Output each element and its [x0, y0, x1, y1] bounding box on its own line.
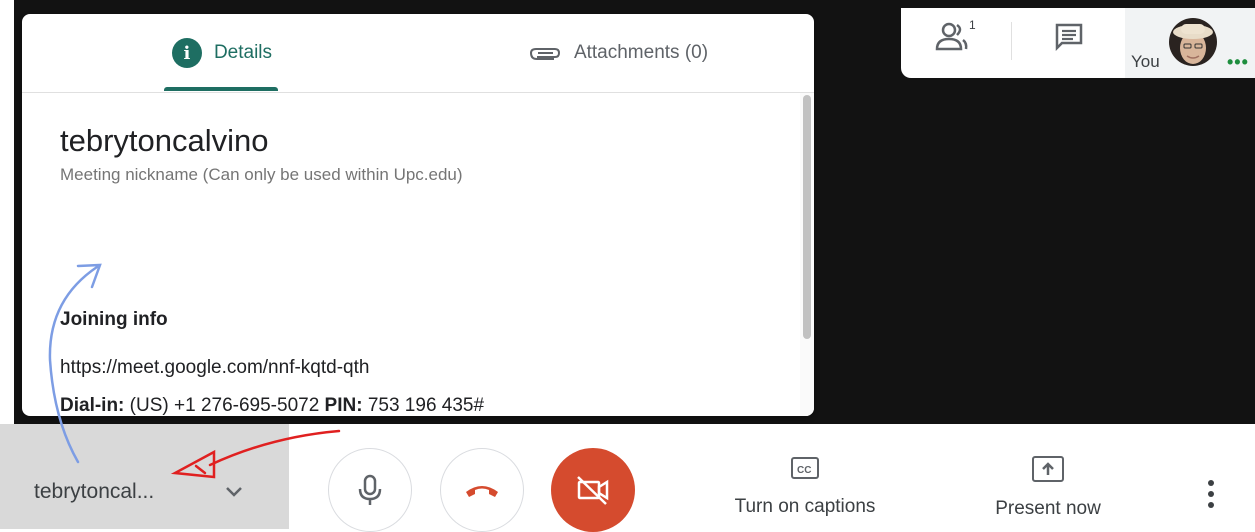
present-label: Present now [995, 498, 1101, 519]
captions-label: Turn on captions [734, 496, 876, 517]
avatar [1169, 18, 1217, 66]
joining-info-heading: Joining info [60, 309, 168, 330]
microphone-icon [358, 474, 382, 505]
camera-off-icon [577, 476, 609, 505]
details-content: tebrytoncalvino Meeting nickname (Can on… [22, 93, 814, 416]
meeting-nickname-description: Meeting nickname (Can only be used withi… [60, 165, 463, 184]
leave-call-button[interactable] [440, 448, 524, 532]
dial-in-label: Dial-in: [60, 395, 125, 416]
self-view-more-icon[interactable]: ••• [1227, 52, 1249, 73]
people-count: 1 [969, 19, 976, 32]
svg-text:CC: CC [797, 465, 811, 476]
hang-up-icon [466, 486, 498, 497]
turn-on-captions-button[interactable]: CC Turn on captions [724, 454, 886, 518]
closed-captions-icon: CC [791, 457, 819, 479]
pin-label: PIN: [324, 395, 363, 416]
camera-button[interactable] [551, 448, 635, 532]
meeting-details-label: tebrytoncal... [34, 480, 155, 503]
more-options-button[interactable] [1196, 474, 1226, 514]
tab-details-label: Details [213, 42, 273, 63]
chat-icon [1055, 23, 1083, 52]
self-view-tile[interactable]: You ••• [1125, 8, 1255, 78]
chevron-down-icon [226, 487, 242, 497]
left-edge [0, 0, 14, 424]
pin-value: 753 196 435# [367, 395, 485, 416]
more-vert-icon [1208, 480, 1214, 508]
microphone-button[interactable] [328, 448, 412, 532]
meeting-details-button[interactable]: tebrytoncal... [0, 424, 289, 529]
people-icon: 1 [935, 19, 976, 51]
people-button[interactable]: 1 [926, 14, 986, 60]
present-screen-icon [1032, 456, 1064, 482]
panel-tabs: i Details Attachments (0) [22, 14, 814, 93]
tab-attachments-label: Attachments (0) [573, 42, 709, 63]
dial-in-info: Dial-in: (US) +1 276-695-5072 PIN: 753 1… [60, 395, 484, 416]
chat-button[interactable] [1039, 14, 1099, 60]
scrollbar-thumb[interactable] [803, 95, 811, 339]
toolbar-divider [1011, 22, 1012, 60]
bottom-control-bar: tebrytoncal... CC Turn on captions Prese… [0, 424, 1255, 532]
panel-scrollbar[interactable] [800, 93, 814, 416]
meeting-name: tebrytoncalvino [60, 123, 269, 158]
dial-in-number: (US) +1 276-695-5072 [129, 395, 320, 416]
active-tab-indicator [164, 87, 278, 91]
tab-attachments[interactable]: Attachments (0) [422, 14, 814, 92]
self-view-label: You [1131, 52, 1160, 71]
info-icon: i [171, 38, 202, 68]
present-now-button[interactable]: Present now [984, 454, 1112, 520]
meeting-link[interactable]: https://meet.google.com/nnf-kqtd-qth [60, 357, 369, 379]
top-right-controls: 1 You ••• [901, 8, 1255, 78]
meeting-details-panel: i Details Attachments (0) tebrytoncalvin… [22, 14, 814, 416]
paperclip-icon [529, 48, 560, 60]
tab-details[interactable]: i Details [22, 14, 422, 92]
